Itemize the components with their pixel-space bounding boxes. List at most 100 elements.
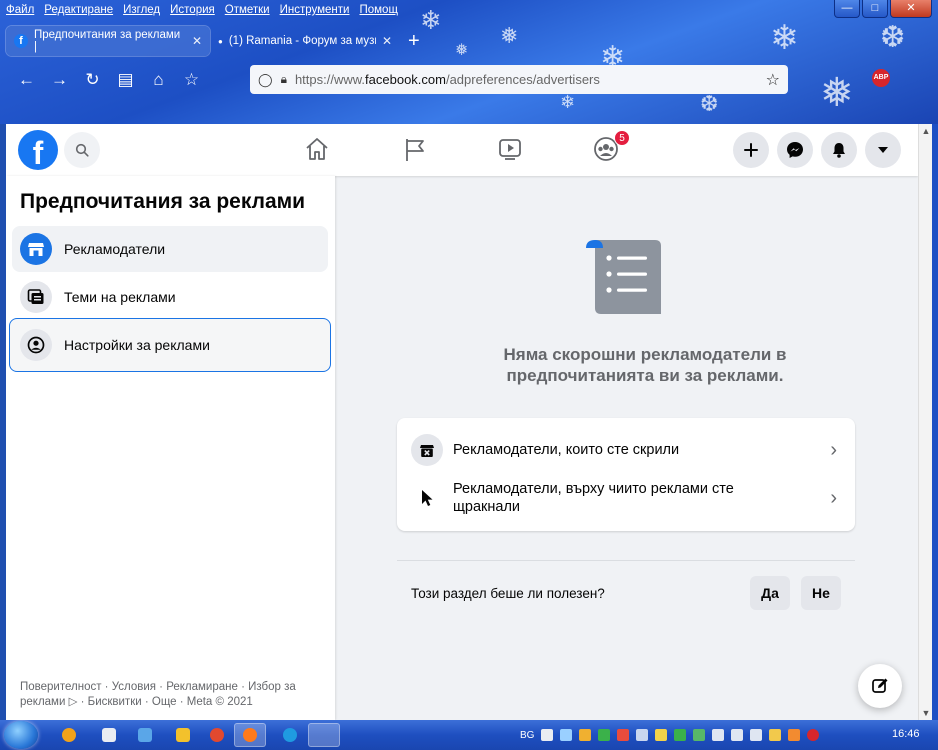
cursor-icon <box>411 482 443 514</box>
sidebar-item-advertisers[interactable]: Рекламодатели <box>12 226 328 272</box>
tray-app-icon[interactable] <box>617 729 630 741</box>
network-icon[interactable] <box>731 729 744 741</box>
explorer-app-icon[interactable] <box>102 728 116 742</box>
menu-file[interactable]: Файл <box>6 4 34 20</box>
url-protocol: https://www. <box>294 72 366 87</box>
scroll-down-icon[interactable]: ▼ <box>919 708 933 718</box>
menu-bar: Файл Редактиране Изглед История Отметки … <box>6 4 398 20</box>
menu-bookmarks[interactable]: Отметки <box>225 4 270 20</box>
tray-app-icon[interactable] <box>636 729 649 741</box>
tray-app-icon[interactable] <box>560 729 573 741</box>
language-indicator[interactable]: BG <box>520 730 534 741</box>
page-scrollbar[interactable]: ▲ ▼ <box>918 124 932 720</box>
close-tab-icon[interactable]: ✕ <box>382 34 392 48</box>
sidebar-item-ad-topics[interactable]: Теми на реклами <box>12 274 328 320</box>
opera-icon[interactable] <box>807 729 820 741</box>
facebook-favicon-icon: f <box>14 34 28 48</box>
messenger-button[interactable] <box>777 132 813 168</box>
taskbar-window-button[interactable] <box>308 723 340 747</box>
hidden-advertisers-row[interactable]: Рекламодатели, които сте скрили › <box>397 432 855 468</box>
close-window-button[interactable]: ✕ <box>890 0 932 18</box>
tray-app-icon[interactable] <box>598 729 611 741</box>
navigation-bar: ← → ↻ ▤ ⌂ ☆ ◯ 🔒︎ https://www.facebook.co… <box>0 60 938 100</box>
sidebar-item-label: Настройки за реклами <box>64 337 210 353</box>
minimize-button[interactable]: — <box>834 0 860 18</box>
tab-dot-icon: ● <box>218 36 223 46</box>
menu-edit[interactable]: Редактиране <box>44 4 113 20</box>
empty-state-line: предпочитанията ви за реклами. <box>506 366 784 385</box>
plus-icon <box>744 143 758 157</box>
chevron-right-icon: › <box>830 486 837 509</box>
facebook-logo-icon[interactable]: f <box>18 130 58 170</box>
card-row-label: Рекламодатели, върху чиито реклами сте щ… <box>453 481 734 515</box>
scroll-up-icon[interactable]: ▲ <box>919 126 933 136</box>
new-message-button[interactable] <box>858 664 902 708</box>
tray-app-icon[interactable] <box>655 729 668 741</box>
snowflake-decoration: ❆ <box>880 20 906 55</box>
tray-app-icon[interactable] <box>693 729 706 741</box>
chevron-right-icon: › <box>830 438 837 461</box>
tab-ad-preferences[interactable]: f Предпочитания за реклами | ✕ <box>6 26 210 56</box>
feedback-yes-button[interactable]: Да <box>750 576 790 610</box>
clicked-advertisers-row[interactable]: Рекламодатели, върху чиито реклами сте щ… <box>397 478 855 518</box>
new-tab-icon[interactable]: + <box>408 30 420 53</box>
tray-app-icon[interactable] <box>788 729 801 741</box>
sidebar-item-label: Теми на реклами <box>64 289 176 305</box>
start-button[interactable] <box>4 721 38 749</box>
snowflake-decoration: ❅ <box>500 24 519 49</box>
volume-icon[interactable] <box>712 729 725 741</box>
ad-preferences-sidebar: Предпочитания за реклами Рекламодатели Т… <box>6 176 335 720</box>
menu-tools[interactable]: Инструменти <box>280 4 350 20</box>
page-viewport: f 5 Предпочитания за реклами Рекламодате… <box>6 124 918 720</box>
system-tray: BG <box>520 720 820 750</box>
menu-view[interactable]: Изглед <box>123 4 160 20</box>
pages-flag-icon[interactable] <box>400 134 430 164</box>
footer-links-line[interactable]: Поверителност · Условия · Рекламиране · … <box>20 680 320 695</box>
account-menu-button[interactable] <box>865 132 901 168</box>
sidebar-item-ad-settings[interactable]: Настройки за реклами <box>9 318 331 372</box>
browser-chrome: ❄ ❅ ❄ ❆ ❄ ❅ ❆ ❄ ❅ Файл Редактиране Изгле… <box>0 0 938 124</box>
keyboard-icon[interactable] <box>541 729 554 741</box>
watch-video-icon[interactable] <box>495 134 525 164</box>
tray-app-icon[interactable] <box>579 729 592 741</box>
forward-icon[interactable]: → <box>43 70 76 90</box>
home-icon[interactable]: ⌂ <box>142 70 175 90</box>
tab-ramania-forum[interactable]: ● (1) Ramania - Форум за музика ✕ <box>210 26 400 56</box>
card-row-label: Рекламодатели, които сте скрили <box>453 442 680 458</box>
skype-app-icon[interactable] <box>283 728 297 742</box>
close-tab-icon[interactable]: ✕ <box>192 34 202 48</box>
tray-app-icon[interactable] <box>769 729 782 741</box>
chrome-app-icon[interactable] <box>210 728 224 742</box>
menu-help[interactable]: Помощ <box>359 4 397 20</box>
sidebar-item-label: Рекламодатели <box>64 241 166 257</box>
create-button[interactable] <box>733 132 769 168</box>
home-nav-icon[interactable] <box>302 134 332 164</box>
lock-icon[interactable]: 🔒︎ <box>281 72 287 87</box>
taskbar-clock[interactable]: 16:46 <box>892 728 920 740</box>
chrome-app-icon[interactable] <box>62 728 76 742</box>
media-app-icon[interactable] <box>138 728 152 742</box>
window-controls: — □ ✕ <box>834 0 932 18</box>
back-icon[interactable]: ← <box>10 70 43 90</box>
adblock-plus-icon[interactable]: ABP <box>872 69 890 87</box>
bookmark-star-icon[interactable]: ☆ <box>766 70 780 90</box>
address-bar[interactable]: ◯ 🔒︎ https://www.facebook.com/adpreferen… <box>250 65 788 94</box>
shield-icon[interactable]: ◯ <box>258 72 273 88</box>
notifications-button[interactable] <box>821 132 857 168</box>
maximize-button[interactable]: □ <box>862 0 888 18</box>
tab-title: (1) Ramania - Форум за музика <box>228 35 376 47</box>
flag-icon[interactable] <box>750 729 763 741</box>
reload-icon[interactable]: ↻ <box>76 70 109 90</box>
compose-icon <box>872 678 888 693</box>
footer-links-line[interactable]: реклами ▷ · Бисквитки · Още · Meta © 202… <box>20 695 320 710</box>
search-button[interactable] <box>64 132 100 168</box>
feedback-no-button[interactable]: Не <box>801 576 841 610</box>
snowflake-decoration: ❅ <box>455 40 469 59</box>
reader-view-icon[interactable]: ▤ <box>109 70 142 90</box>
menu-history[interactable]: История <box>170 4 215 20</box>
bookmark-manager-icon[interactable]: ☆ <box>175 70 208 90</box>
folder-app-icon[interactable] <box>176 728 190 742</box>
tray-app-icon[interactable] <box>674 729 687 741</box>
snowflake-decoration: ❄ <box>770 18 799 58</box>
snowflake-decoration: ❄ <box>420 6 442 36</box>
